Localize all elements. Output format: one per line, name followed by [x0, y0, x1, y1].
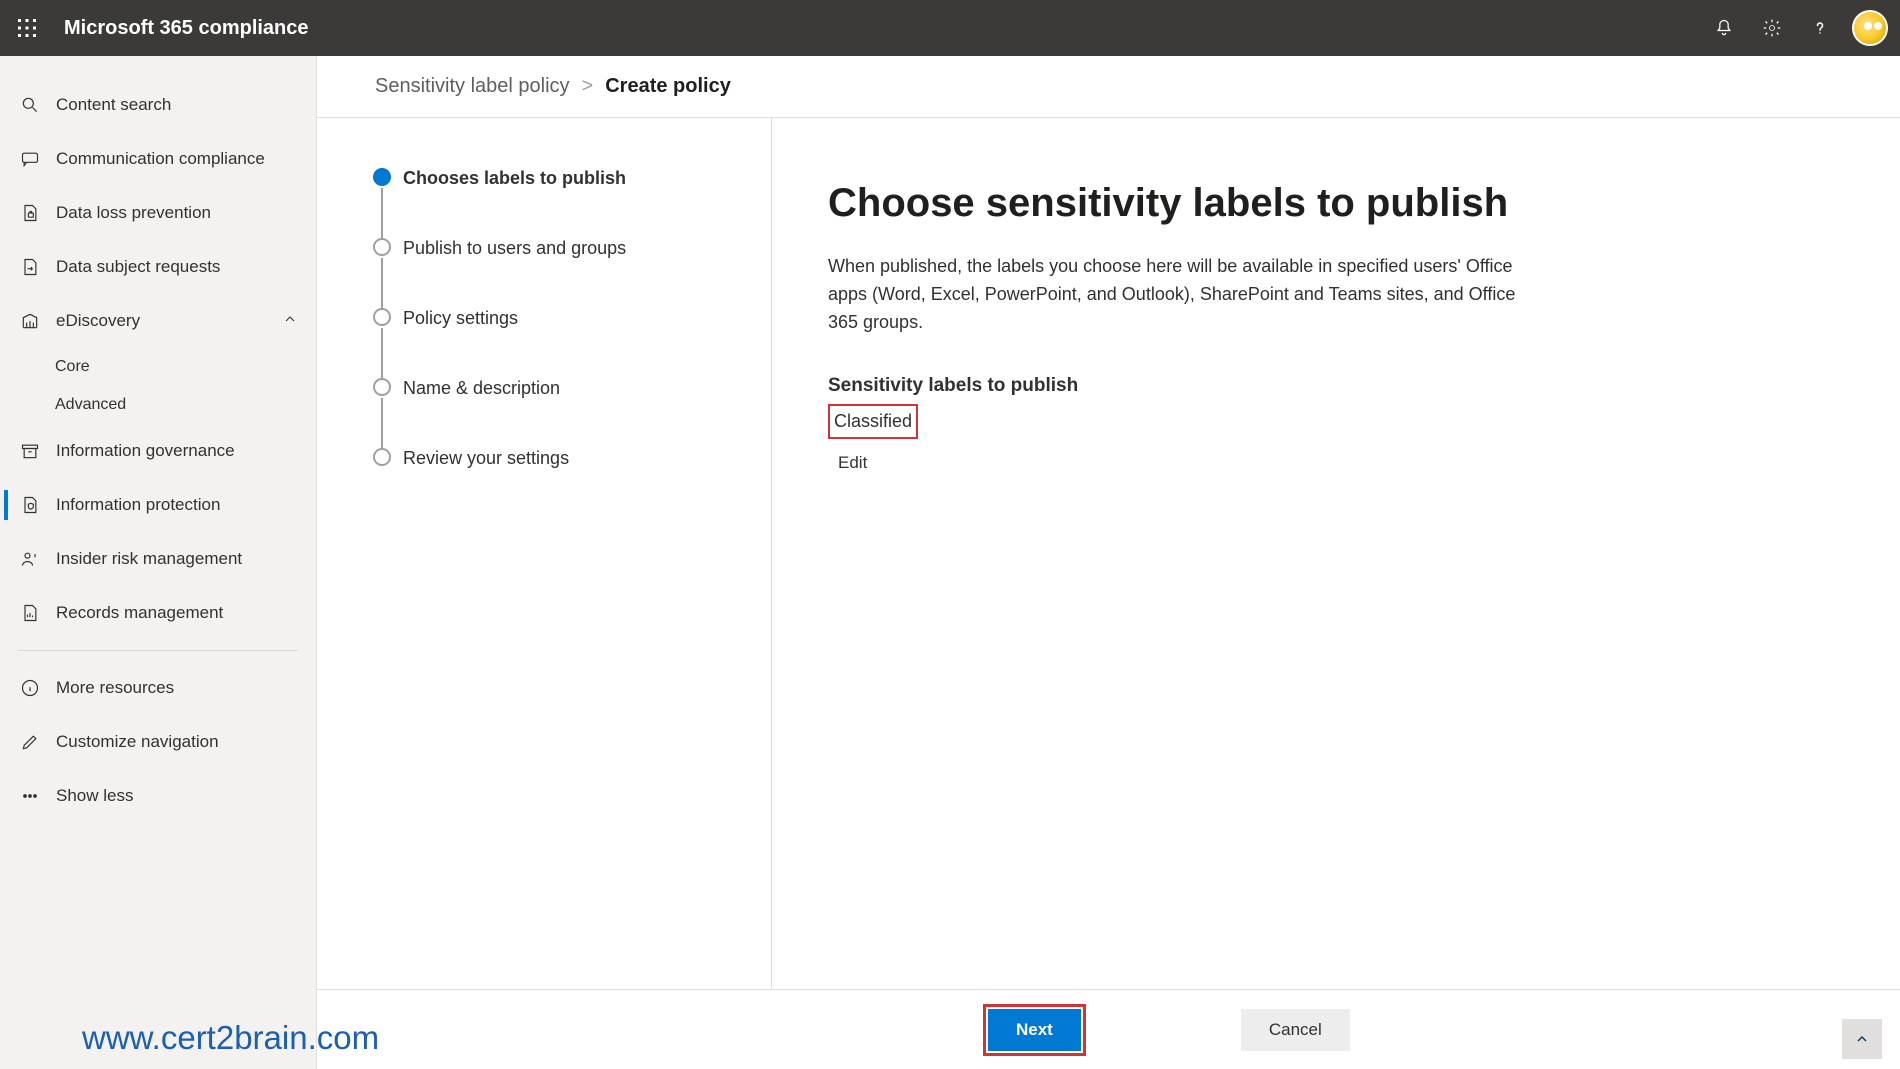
breadcrumb-separator: > — [582, 75, 594, 98]
waffle-icon — [18, 19, 36, 37]
sidebar-item-communication-compliance[interactable]: Communication compliance — [0, 132, 316, 186]
sidebar-item-insider-risk[interactable]: Insider risk management — [0, 532, 316, 586]
pencil-icon — [18, 730, 42, 754]
page-description: When published, the labels you choose he… — [828, 252, 1528, 336]
user-avatar[interactable] — [1852, 10, 1888, 46]
sidebar-item-ediscovery[interactable]: eDiscovery — [0, 294, 316, 348]
doc-lock-icon — [18, 201, 42, 225]
page-title: Choose sensitivity labels to publish — [828, 178, 1844, 228]
header-bar: Microsoft 365 compliance — [0, 0, 1900, 56]
sidebar-item-information-governance[interactable]: Information governance — [0, 424, 316, 478]
scroll-to-top-button[interactable] — [1842, 1019, 1882, 1059]
sidebar-item-data-subject-requests[interactable]: Data subject requests — [0, 240, 316, 294]
shield-doc-icon — [18, 493, 42, 517]
sidebar-subitem-advanced[interactable]: Advanced — [0, 386, 316, 424]
sidebar-item-show-less[interactable]: Show less — [0, 769, 316, 823]
sidebar-item-label: Show less — [56, 786, 133, 806]
wizard-footer: Next Cancel — [317, 989, 1900, 1069]
sidebar-item-content-search[interactable]: Content search — [0, 78, 316, 132]
step-name-description[interactable]: Name & description — [373, 378, 771, 398]
sidebar-item-label: Data loss prevention — [56, 203, 211, 223]
bell-icon — [1714, 18, 1734, 38]
main-region: Sensitivity label policy > Create policy… — [317, 56, 1900, 1069]
chevron-up-icon — [282, 311, 298, 332]
sidebar-item-more-resources[interactable]: More resources — [0, 661, 316, 715]
sidebar-item-records-management[interactable]: Records management — [0, 586, 316, 640]
app-launcher-button[interactable] — [0, 0, 54, 56]
sidebar-item-label: Communication compliance — [56, 149, 265, 169]
labels-subheading: Sensitivity labels to publish — [828, 372, 1844, 400]
sidebar-item-label: Data subject requests — [56, 257, 220, 277]
cancel-button[interactable]: Cancel — [1241, 1009, 1350, 1051]
next-button[interactable]: Next — [988, 1009, 1081, 1051]
breadcrumb: Sensitivity label policy > Create policy — [317, 56, 1900, 118]
step-choose-labels[interactable]: Chooses labels to publish — [373, 168, 771, 188]
library-icon — [18, 309, 42, 333]
chevron-up-icon — [1854, 1031, 1870, 1047]
app-title: Microsoft 365 compliance — [64, 17, 309, 40]
sidebar-item-label: Customize navigation — [56, 732, 219, 752]
sidebar-divider — [18, 650, 298, 651]
sidebar-item-label: Information governance — [56, 441, 235, 461]
archive-icon — [18, 439, 42, 463]
sidebar-item-label: Records management — [56, 603, 223, 623]
info-icon — [18, 676, 42, 700]
search-icon — [18, 93, 42, 117]
sidebar-item-label: eDiscovery — [56, 311, 140, 331]
detail-panel: Choose sensitivity labels to publish Whe… — [772, 118, 1900, 989]
sidebar-item-label: Insider risk management — [56, 549, 242, 569]
sidebar-nav: Content search Communication compliance … — [0, 56, 317, 1069]
sidebar-subitem-core[interactable]: Core — [0, 348, 316, 386]
edit-labels-link[interactable]: Edit — [838, 449, 1844, 477]
sidebar-item-data-loss-prevention[interactable]: Data loss prevention — [0, 186, 316, 240]
sidebar-item-label: Content search — [56, 95, 171, 115]
sidebar-item-label: Information protection — [56, 495, 220, 515]
step-policy-settings[interactable]: Policy settings — [373, 308, 771, 328]
person-risk-icon — [18, 547, 42, 571]
wizard-stepper: Chooses labels to publish Publish to use… — [317, 118, 772, 989]
chat-icon — [18, 147, 42, 171]
breadcrumb-parent[interactable]: Sensitivity label policy — [375, 75, 570, 98]
question-icon — [1810, 18, 1830, 38]
doc-chart-icon — [18, 601, 42, 625]
settings-button[interactable] — [1748, 4, 1796, 52]
more-icon — [18, 784, 42, 808]
breadcrumb-current: Create policy — [605, 75, 731, 98]
sidebar-item-customize-navigation[interactable]: Customize navigation — [0, 715, 316, 769]
selected-label-value: Classified — [828, 404, 918, 439]
step-publish-users[interactable]: Publish to users and groups — [373, 238, 771, 258]
sidebar-item-label: More resources — [56, 678, 174, 698]
doc-arrow-icon — [18, 255, 42, 279]
notifications-button[interactable] — [1700, 4, 1748, 52]
sidebar-item-information-protection[interactable]: Information protection — [0, 478, 316, 532]
step-review[interactable]: Review your settings — [373, 448, 771, 468]
help-button[interactable] — [1796, 4, 1844, 52]
gear-icon — [1762, 18, 1782, 38]
